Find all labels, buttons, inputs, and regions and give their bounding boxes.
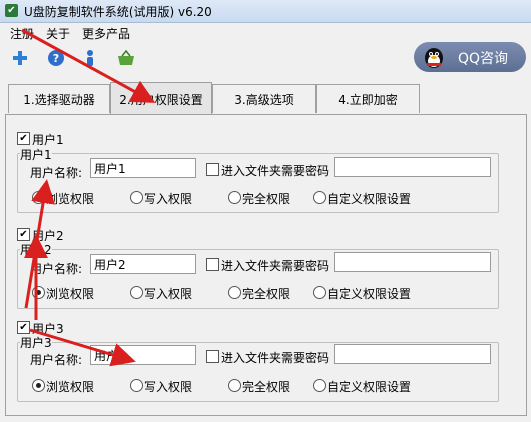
menu-more-products[interactable]: 更多产品	[82, 25, 130, 42]
tab-label: 1.选择驱动器	[23, 92, 95, 107]
user2-radio-full[interactable]	[228, 286, 241, 299]
tab-encrypt-now[interactable]: 4.立即加密	[316, 84, 420, 113]
menu-about[interactable]: 关于	[46, 25, 70, 42]
user3-radio-browse[interactable]	[32, 379, 45, 392]
user3-radio-full-label: 完全权限	[242, 380, 291, 394]
user2-name-input[interactable]: 用户2	[90, 254, 196, 274]
svg-text:?: ?	[53, 52, 59, 65]
user1-enable-checkbox[interactable]: ✔	[17, 132, 30, 145]
user3-radio-full[interactable]	[228, 379, 241, 392]
user1-radio-write-label: 写入权限	[144, 192, 193, 206]
user2-radio-custom[interactable]	[313, 286, 326, 299]
user1-radio-full[interactable]	[228, 191, 241, 204]
tab-user-permissions[interactable]: 2.用户权限设置	[110, 82, 212, 115]
user3-radio-browse-label: 浏览权限	[46, 380, 95, 394]
user2-radio-browse[interactable]	[32, 286, 45, 299]
user3-group-title: 用户3	[20, 334, 52, 351]
user1-password-label: 进入文件夹需要密码	[221, 164, 330, 178]
tab-label: 2.用户权限设置	[119, 92, 203, 107]
add-icon[interactable]	[10, 48, 30, 68]
user-permissions-panel: ✔ 用户1 用户1 用户名称: 用户1 进入文件夹需要密码 浏览权限 写入权限 …	[5, 114, 527, 416]
title-bar: ✔ U盘防复制软件系统(试用版) v6.20	[0, 0, 531, 23]
user3-radio-custom[interactable]	[313, 379, 326, 392]
user1-password-input[interactable]	[334, 157, 491, 177]
basket-icon[interactable]	[116, 48, 136, 68]
user2-radio-full-label: 完全权限	[242, 287, 291, 301]
user1-group-title: 用户1	[20, 146, 52, 163]
user1-radio-browse-label: 浏览权限	[46, 192, 95, 206]
user1-radio-custom[interactable]	[313, 191, 326, 204]
user1-radio-custom-label: 自定义权限设置	[327, 192, 412, 206]
user1-name-label: 用户名称:	[30, 166, 83, 180]
user2-radio-write[interactable]	[130, 286, 143, 299]
user2-enable-checkbox[interactable]: ✔	[17, 228, 30, 241]
qq-penguin-icon	[422, 45, 446, 69]
user3-name-label: 用户名称:	[30, 353, 83, 367]
app-shield-icon: ✔	[5, 4, 18, 17]
user3-name-input[interactable]: 用户3	[90, 345, 196, 365]
user2-radio-browse-label: 浏览权限	[46, 287, 95, 301]
tab-select-drive[interactable]: 1.选择驱动器	[8, 84, 110, 113]
user2-password-input[interactable]	[334, 252, 491, 272]
user3-password-label: 进入文件夹需要密码	[221, 351, 330, 365]
tab-advanced-options[interactable]: 3.高级选项	[212, 84, 316, 113]
user1-password-checkbox[interactable]	[206, 163, 219, 176]
menu-bar: 注册 关于 更多产品	[0, 23, 531, 41]
user3-password-checkbox[interactable]	[206, 350, 219, 363]
user2-password-label: 进入文件夹需要密码	[221, 259, 330, 273]
user2-radio-custom-label: 自定义权限设置	[327, 287, 412, 301]
user3-radio-write[interactable]	[130, 379, 143, 392]
user-icon[interactable]	[80, 48, 100, 68]
help-icon[interactable]: ?	[46, 48, 66, 68]
user2-group-title: 用户2	[20, 241, 52, 258]
tab-label: 4.立即加密	[338, 92, 398, 107]
user1-radio-full-label: 完全权限	[242, 192, 291, 206]
tab-strip: 1.选择驱动器 2.用户权限设置 3.高级选项 4.立即加密	[0, 82, 531, 115]
qq-consult-button[interactable]: QQ咨询	[414, 42, 526, 72]
user1-name-input[interactable]: 用户1	[90, 158, 196, 178]
user3-enable-checkbox[interactable]: ✔	[17, 321, 30, 334]
user3-radio-write-label: 写入权限	[144, 380, 193, 394]
user2-radio-write-label: 写入权限	[144, 287, 193, 301]
user2-name-label: 用户名称:	[30, 262, 83, 276]
tab-label: 3.高级选项	[234, 92, 294, 107]
user3-radio-custom-label: 自定义权限设置	[327, 380, 412, 394]
user2-password-checkbox[interactable]	[206, 258, 219, 271]
user1-radio-write[interactable]	[130, 191, 143, 204]
window-title: U盘防复制软件系统(试用版) v6.20	[24, 5, 212, 19]
qq-consult-label: QQ咨询	[458, 51, 509, 67]
user3-password-input[interactable]	[334, 344, 491, 364]
user1-radio-browse[interactable]	[32, 191, 45, 204]
menu-register[interactable]: 注册	[10, 25, 34, 42]
